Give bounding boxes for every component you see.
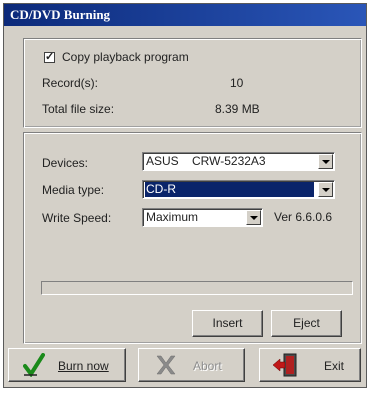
- records-label: Record(s):: [42, 76, 99, 90]
- exit-button[interactable]: Exit: [259, 348, 361, 382]
- devices-label: Devices:: [42, 156, 89, 170]
- media-type-select[interactable]: CD-R: [142, 180, 335, 199]
- media-type-select-value: CD-R: [145, 182, 314, 197]
- chevron-down-icon[interactable]: [318, 154, 333, 169]
- eject-button[interactable]: Eject: [271, 310, 342, 337]
- chevron-down-icon[interactable]: [246, 210, 261, 225]
- checkmark-icon: [23, 353, 45, 377]
- records-value: 10: [230, 76, 244, 90]
- eject-button-label: Eject: [293, 316, 320, 330]
- chevron-down-icon[interactable]: [318, 182, 333, 197]
- media-type-label: Media type:: [42, 183, 105, 197]
- devices-select-value: ASUS CRW-5232A3: [146, 154, 266, 168]
- devices-select[interactable]: ASUS CRW-5232A3: [142, 152, 335, 171]
- version-label: Ver 6.6.0.6: [274, 210, 333, 224]
- copy-playback-label: Copy playback program: [62, 50, 189, 64]
- insert-button-label: Insert: [212, 316, 243, 330]
- exit-door-icon: [272, 353, 297, 377]
- exit-label: Exit: [324, 359, 345, 373]
- settings-panel: Devices: ASUS CRW-5232A3 Media type: CD-…: [23, 132, 362, 344]
- copy-playback-checkbox[interactable]: ✓: [44, 52, 55, 63]
- insert-button[interactable]: Insert: [192, 310, 263, 337]
- burn-now-label: Burn now: [58, 359, 109, 373]
- abort-x-icon: [156, 355, 176, 375]
- abort-button[interactable]: Abort: [138, 348, 245, 382]
- window-title: CD/DVD Burning: [4, 4, 366, 26]
- burn-now-button[interactable]: Burn now: [8, 348, 126, 382]
- abort-label: Abort: [193, 359, 222, 373]
- summary-panel: ✓ Copy playback program Record(s): 10 To…: [23, 38, 362, 128]
- burn-progress-bar: [41, 281, 353, 295]
- cd-dvd-burning-window: CD/DVD Burning ✓ Copy playback program R…: [3, 3, 367, 388]
- write-speed-label: Write Speed:: [42, 211, 112, 225]
- total-size-label: Total file size:: [42, 102, 115, 116]
- write-speed-select[interactable]: Maximum: [142, 208, 263, 227]
- write-speed-select-value: Maximum: [146, 210, 199, 224]
- total-size-value: 8.39 MB: [215, 102, 260, 116]
